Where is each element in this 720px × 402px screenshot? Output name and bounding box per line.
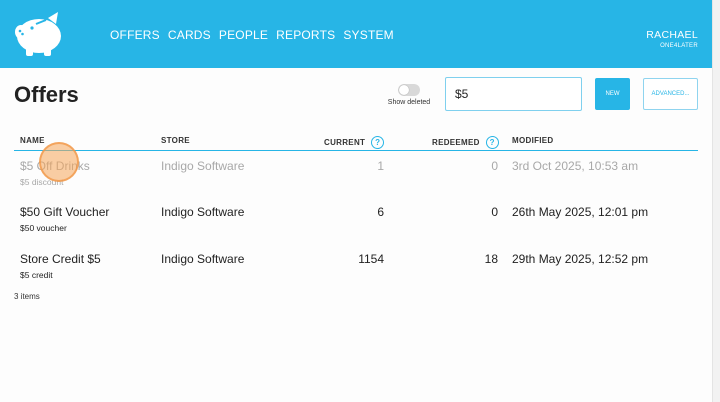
offer-name[interactable]: Store Credit $5 (20, 252, 101, 266)
nav-offers[interactable]: OFFERS (110, 28, 160, 42)
offer-modified: 3rd Oct 2025, 10:53 am (512, 159, 639, 173)
offer-current: 1 (377, 159, 384, 173)
offer-store: Indigo Software (161, 252, 245, 266)
header-store[interactable]: STORE (161, 136, 190, 145)
header-modified-label: MODIFIED (512, 136, 554, 145)
user-org: ONE4LATER (660, 43, 698, 49)
show-deleted-label: Show deleted (387, 99, 431, 106)
top-bar: OFFERS CARDS PEOPLE REPORTS SYSTEM RACHA… (0, 0, 712, 68)
nav-reports[interactable]: REPORTS (276, 28, 335, 42)
nav-cards[interactable]: CARDS (168, 28, 211, 42)
new-button[interactable]: NEW (595, 78, 630, 110)
table-row[interactable]: $5 Off Drinks $5 discount Indigo Softwar… (14, 154, 698, 198)
search-input[interactable] (445, 77, 582, 111)
header-name[interactable]: NAME (20, 136, 45, 145)
advanced-button[interactable]: ADVANCED... (643, 78, 698, 110)
header-modified[interactable]: MODIFIED (512, 136, 554, 145)
scrollbar[interactable] (712, 0, 720, 402)
offer-redeemed: 18 (484, 252, 498, 266)
header-current-label: CURRENT (324, 138, 366, 147)
offer-current: 6 (377, 205, 384, 219)
header-name-label: NAME (20, 136, 45, 145)
page-title: Offers (14, 82, 79, 107)
offer-name[interactable]: $5 Off Drinks (20, 159, 90, 173)
offer-modified: 26th May 2025, 12:01 pm (512, 205, 649, 219)
offer-subtitle: $5 discount (20, 177, 64, 187)
header-redeemed[interactable]: REDEEMED? (432, 136, 499, 149)
header-current[interactable]: CURRENT? (324, 136, 385, 149)
offer-redeemed: 0 (491, 205, 498, 219)
help-icon[interactable]: ? (485, 136, 499, 149)
offer-modified: 29th May 2025, 12:52 pm (512, 252, 649, 266)
offer-store: Indigo Software (161, 205, 245, 219)
help-icon[interactable]: ? (371, 136, 385, 149)
user-menu[interactable]: RACHAEL ONE4LATER (646, 29, 698, 49)
show-deleted-toggle[interactable] (398, 84, 420, 96)
header-redeemed-label: REDEEMED (432, 138, 480, 147)
user-name: RACHAEL (646, 29, 698, 41)
offer-subtitle: $50 voucher (20, 223, 67, 233)
offer-redeemed: 0 (491, 159, 498, 173)
toggle-knob (399, 85, 409, 95)
nav-system[interactable]: SYSTEM (343, 28, 394, 42)
main-nav: OFFERS CARDS PEOPLE REPORTS SYSTEM (110, 28, 394, 42)
table-header: NAME STORE CURRENT? REDEEMED? MODIFIED (14, 132, 698, 151)
item-count: 3 items (14, 292, 40, 301)
table-row[interactable]: $50 Gift Voucher $50 voucher Indigo Soft… (14, 200, 698, 244)
offer-store: Indigo Software (161, 159, 245, 173)
offer-current: 1154 (358, 252, 384, 266)
piggy-bank-logo[interactable] (12, 8, 64, 60)
offer-name[interactable]: $50 Gift Voucher (20, 205, 109, 219)
table-row[interactable]: Store Credit $5 $5 credit Indigo Softwar… (14, 247, 698, 291)
header-store-label: STORE (161, 136, 190, 145)
offer-subtitle: $5 credit (20, 270, 53, 280)
nav-people[interactable]: PEOPLE (219, 28, 268, 42)
show-deleted-control: Show deleted (386, 84, 432, 106)
